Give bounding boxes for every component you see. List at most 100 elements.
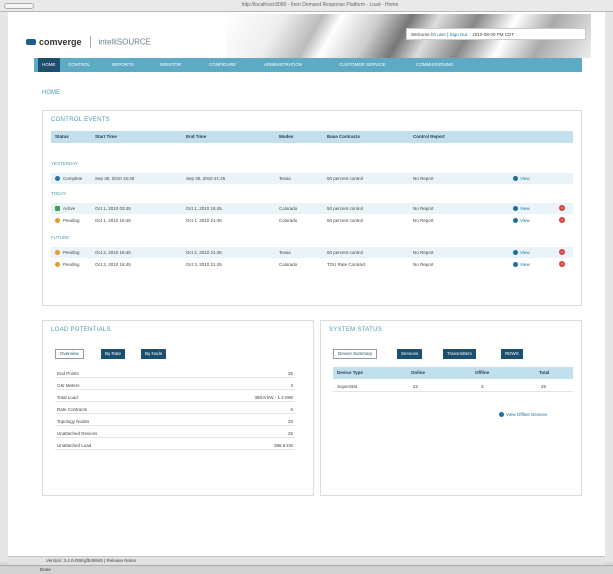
view-icon (499, 412, 504, 418)
list-item: Total Load 388.8 kW - 1.2 MW (55, 395, 295, 402)
check-icon (55, 176, 60, 181)
row-end: Sep 30, 2010 21:45 (186, 176, 226, 181)
col-modes: Modes (279, 134, 294, 139)
row-status: Pending (63, 250, 80, 255)
list-item: Unattached Load 388.8 kW (55, 443, 295, 450)
nav-administration[interactable]: ADMINISTRATION (264, 58, 302, 72)
col-device-type: Device Type (337, 370, 363, 375)
row-mode: Colorado (279, 262, 298, 267)
row-status: Active (63, 206, 76, 211)
view-icon (513, 250, 518, 256)
cancel-icon[interactable]: × (559, 261, 565, 267)
tab-services[interactable]: Services (397, 349, 423, 359)
table-row: Pending Oct 2, 2010 16:45 Oct 2, 2010 21… (51, 247, 573, 258)
view-offline-devices-link[interactable]: View Offline Devices (499, 409, 547, 420)
page-title: HOME (42, 90, 60, 96)
table-row: SuperStat 22 3 25 (333, 381, 573, 392)
row-start: Sep 30, 2010 15:45 (95, 176, 135, 181)
browser-statusbar: Done (0, 565, 613, 574)
col-status: Status (55, 134, 69, 139)
view-icon (513, 206, 518, 212)
col-total: Total (539, 370, 550, 375)
tab-by-node[interactable]: By Node (141, 349, 167, 359)
window-controls[interactable] (4, 3, 34, 9)
list-item: Rate Contracts 6 (55, 407, 295, 414)
col-base-contracts: Base Contracts (327, 134, 361, 139)
view-link[interactable]: View (513, 247, 530, 258)
row-end: Oct 1, 2010 18:45 (186, 206, 222, 211)
table-row: Active Oct 1, 2010 03:45 Oct 1, 2010 18:… (51, 203, 573, 214)
tab-by-rate[interactable]: By Rate (101, 349, 126, 359)
row-end: Oct 2, 2010 21:45 (186, 250, 222, 255)
brand-name: comverge (39, 37, 82, 47)
user-link[interactable]: bh user (431, 32, 446, 37)
col-control-report: Control Report (413, 134, 445, 139)
row-status: Pending (63, 262, 80, 267)
system-status-header: Device Type Online Offline Total (333, 367, 573, 379)
view-icon (513, 262, 518, 268)
header-datetime: 2010-08-09 PM CDT (472, 32, 514, 37)
tab-transmitters[interactable]: Transmitters (443, 349, 476, 359)
system-status-panel: SYSTEM STATUS Device Summary Services Tr… (320, 320, 582, 496)
row-device-type: SuperStat (337, 384, 358, 389)
logo: comverge intelliSOURCE (26, 36, 176, 50)
row-report: No Report (413, 262, 434, 267)
status-text: Done (40, 567, 51, 572)
row-start: Oct 1, 2010 16:45 (95, 218, 131, 223)
nav-control[interactable]: CONTROL (68, 58, 90, 72)
control-events-title: CONTROL EVENTS (51, 117, 110, 123)
nav-home[interactable]: HOME (38, 58, 60, 72)
row-status: Pending (63, 218, 80, 223)
row-total: 25 (541, 384, 547, 389)
group-yesterday: YESTERDAY (51, 161, 78, 166)
col-online: Online (411, 370, 426, 375)
pending-icon (55, 250, 60, 255)
welcome-box: Welcome bh user | Sign Out 2010-08-09 PM… (406, 28, 586, 40)
tab-device-summary[interactable]: Device Summary (333, 349, 378, 359)
view-link[interactable]: View (513, 259, 530, 270)
cancel-icon[interactable]: × (559, 249, 565, 255)
load-potentials-panel: LOAD POTENTIALS Overview By Rate By Node… (42, 320, 314, 496)
view-link[interactable]: View (513, 173, 530, 184)
col-start-time: Start Time (95, 134, 117, 139)
group-future: FUTURE (51, 235, 70, 240)
row-contract: 50 percent control (327, 218, 364, 223)
view-link[interactable]: View (513, 215, 530, 226)
list-item: C&I Meters 3 (55, 383, 295, 390)
row-mode: Texas (279, 176, 291, 181)
row-contract: 50 percent control (327, 250, 364, 255)
row-end: Oct 1, 2010 21:45 (186, 218, 222, 223)
nav-configure[interactable]: CONFIGURE (209, 58, 236, 72)
row-end: Oct 3, 2010 21:45 (186, 262, 222, 267)
control-events-panel: CONTROL EVENTS Status Start Time End Tim… (42, 110, 582, 306)
pending-icon (55, 218, 60, 223)
row-report: No Report (413, 206, 434, 211)
col-offline: Offline (475, 370, 490, 375)
tab-rdws[interactable]: RDWS (501, 349, 523, 359)
cancel-icon[interactable]: × (559, 205, 565, 211)
list-item: End Points 25 (55, 371, 295, 378)
row-report: No Report (413, 250, 434, 255)
view-link[interactable]: View (513, 203, 530, 214)
view-icon (513, 218, 518, 224)
row-report: No Report (413, 218, 434, 223)
tab-overview[interactable]: Overview (55, 349, 84, 359)
nav-commissioning[interactable]: COMMISSIONING (416, 58, 454, 72)
row-mode: Colorado (279, 206, 298, 211)
row-report: No Report (413, 176, 434, 181)
view-icon (513, 176, 518, 182)
group-today: TODAY (51, 191, 67, 196)
table-row: Pending Oct 1, 2010 16:45 Oct 1, 2010 21… (51, 215, 573, 226)
product-name: intelliSOURCE (98, 37, 151, 47)
version-text: Version: 3.4.0-008rgfb49949 | Release No… (46, 558, 136, 563)
nav-customer-service[interactable]: CUSTOMER SERVICE (339, 58, 386, 72)
nav-reports[interactable]: REPORTS (112, 58, 134, 72)
footer: Version: 3.4.0-008rgfb49949 | Release No… (8, 556, 605, 565)
load-potentials-title: LOAD POTENTIALS (51, 327, 111, 333)
sign-out-link[interactable]: Sign Out (450, 32, 468, 37)
cancel-icon[interactable]: × (559, 217, 565, 223)
window-title: http://localhost:8080 - Itron Demand Res… (241, 2, 399, 8)
row-online: 22 (413, 384, 419, 389)
nav-monitor[interactable]: MONITOR (160, 58, 181, 72)
control-events-header: Status Start Time End Time Modes Base Co… (51, 131, 573, 143)
